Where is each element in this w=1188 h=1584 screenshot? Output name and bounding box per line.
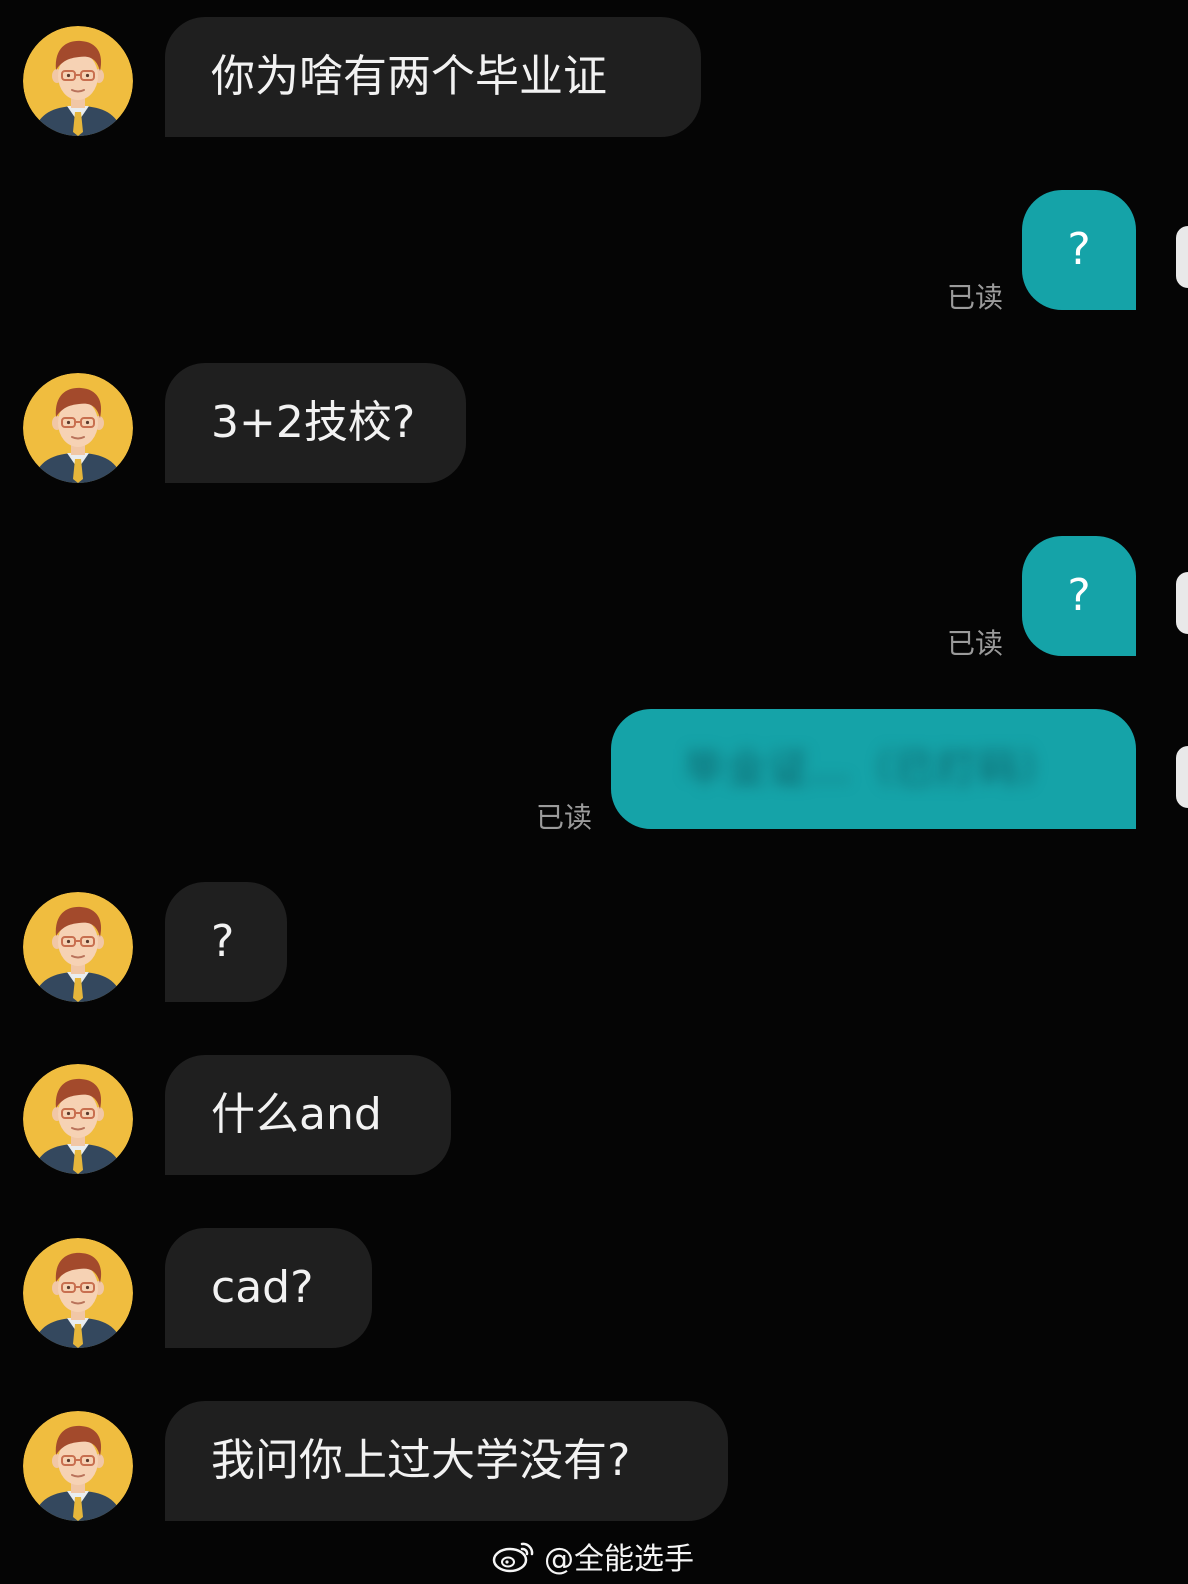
self-avatar[interactable] <box>1176 746 1188 808</box>
contact-avatar[interactable] <box>23 373 133 483</box>
incoming-message: 3+2技校? <box>165 363 466 483</box>
self-avatar[interactable] <box>1176 572 1188 634</box>
incoming-message: 你为啥有两个毕业证 <box>165 17 701 137</box>
watermark-text: @全能选手 <box>544 1542 694 1577</box>
outgoing-message-redacted: 毕业证…（已打码） <box>611 709 1136 829</box>
contact-avatar[interactable] <box>23 892 133 1002</box>
contact-avatar[interactable] <box>23 1238 133 1348</box>
incoming-message: cad? <box>165 1228 372 1348</box>
contact-avatar[interactable] <box>23 1064 133 1174</box>
contact-avatar[interactable] <box>23 1411 133 1521</box>
watermark: @全能选手 <box>492 1534 694 1578</box>
message-text: ? <box>211 916 235 967</box>
weibo-icon <box>492 1542 534 1573</box>
message-text: ? <box>1067 570 1091 621</box>
message-text: ? <box>1067 224 1091 275</box>
message-text: 什么and <box>211 1089 382 1140</box>
incoming-message: ? <box>165 882 287 1002</box>
message-text: 3+2技校? <box>211 397 416 448</box>
self-avatar[interactable] <box>1176 226 1188 288</box>
redacted-message-text: 毕业证…（已打码） <box>684 746 1063 792</box>
contact-avatar[interactable] <box>23 26 133 136</box>
message-text: 我问你上过大学没有? <box>211 1435 631 1486</box>
read-status: 已读 <box>947 627 1004 660</box>
chat-window: 你为啥有两个毕业证 已读 ? 3+2技校? 已读 ? 已读 毕业证…（已打码） … <box>0 0 1188 1584</box>
outgoing-message: ? <box>1022 190 1136 310</box>
read-status: 已读 <box>536 801 593 834</box>
read-status: 已读 <box>947 281 1004 314</box>
message-text: 你为啥有两个毕业证 <box>211 51 607 102</box>
message-text: cad? <box>211 1262 314 1313</box>
incoming-message: 我问你上过大学没有? <box>165 1401 728 1521</box>
outgoing-message: ? <box>1022 536 1136 656</box>
incoming-message: 什么and <box>165 1055 451 1175</box>
